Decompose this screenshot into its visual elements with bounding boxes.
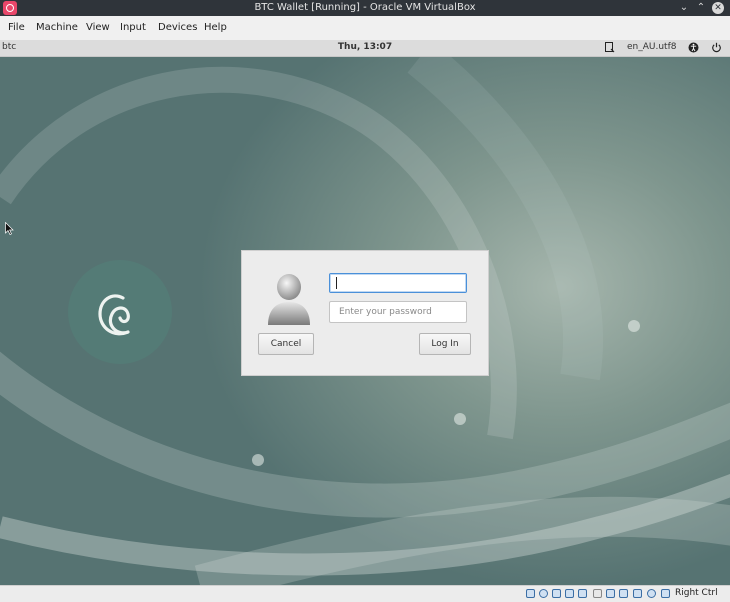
display-icon[interactable] — [606, 589, 615, 598]
optical-drive-icon[interactable] — [539, 589, 548, 598]
decorative-dot — [628, 320, 640, 332]
title-bar: BTC Wallet [Running] - Oracle VM Virtual… — [0, 0, 730, 16]
audio-icon[interactable] — [552, 589, 561, 598]
decorative-dot — [252, 454, 264, 466]
menu-bar: File Machine View Input Devices Help — [0, 16, 730, 41]
window-title: BTC Wallet [Running] - Oracle VM Virtual… — [254, 2, 476, 13]
menu-machine[interactable]: Machine — [36, 22, 78, 34]
guest-top-panel: btc Thu, 13:07 en_AU.utf8 — [0, 40, 730, 57]
maximize-icon[interactable]: ⌃ — [695, 2, 707, 14]
menu-input[interactable]: Input — [120, 22, 146, 34]
keyboard-layout-icon[interactable] — [604, 42, 615, 53]
debian-logo — [68, 260, 172, 364]
host-key-label: Right Ctrl — [675, 588, 718, 598]
usb-icon[interactable] — [578, 589, 587, 598]
power-icon[interactable] — [711, 42, 722, 53]
menu-file[interactable]: File — [8, 22, 25, 34]
cancel-button[interactable]: Cancel — [258, 333, 314, 355]
login-button[interactable]: Log In — [419, 333, 471, 355]
guest-desktop: Cancel Log In — [0, 57, 730, 585]
hard-disk-icon[interactable] — [526, 589, 535, 598]
menu-devices[interactable]: Devices — [158, 22, 197, 34]
close-icon[interactable]: ✕ — [712, 2, 724, 14]
text-caret — [336, 277, 337, 289]
minimize-icon[interactable]: ⌄ — [678, 2, 690, 14]
network-icon[interactable] — [565, 589, 574, 598]
cpu-icon[interactable] — [647, 589, 656, 598]
menu-help[interactable]: Help — [204, 22, 227, 34]
menu-view[interactable]: View — [86, 22, 110, 34]
decorative-dot — [454, 413, 466, 425]
mouse-cursor-icon — [5, 221, 14, 238]
clock[interactable]: Thu, 13:07 — [0, 42, 730, 52]
locale-selector[interactable]: en_AU.utf8 — [627, 42, 676, 52]
username-input[interactable] — [329, 273, 467, 293]
status-bar: Right Ctrl — [0, 585, 730, 602]
mouse-integration-icon[interactable] — [661, 589, 670, 598]
login-dialog: Cancel Log In — [241, 250, 489, 376]
user-avatar-icon — [266, 273, 312, 327]
guest-additions-icon[interactable] — [633, 589, 642, 598]
shared-folders-icon[interactable] — [593, 589, 602, 598]
video-capture-icon[interactable] — [619, 589, 628, 598]
password-input[interactable] — [329, 301, 467, 323]
accessibility-icon[interactable] — [688, 42, 699, 53]
